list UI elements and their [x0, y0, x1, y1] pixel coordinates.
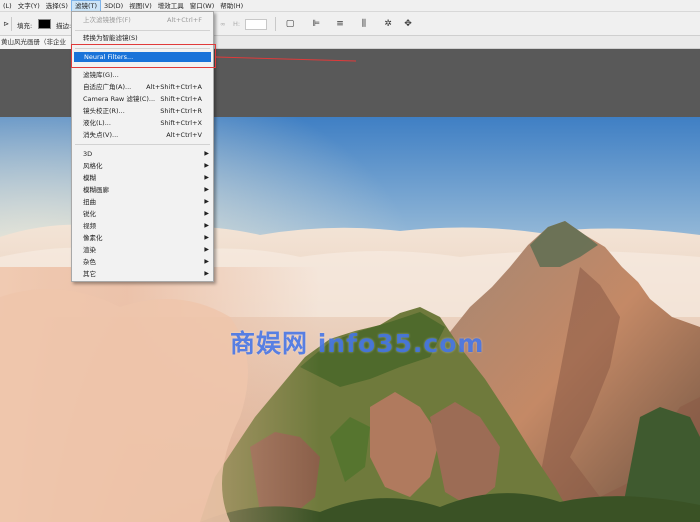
photoshop-window: (L) 文字(Y) 选择(S) 滤镜(T) 3D(D) 视图(V) 增效工具 窗… — [0, 0, 700, 522]
menu-item-label: 其它 — [83, 270, 96, 278]
menu-help[interactable]: 帮助(H) — [217, 0, 246, 12]
menu-item-label: 3D — [83, 150, 93, 158]
submenu-arrow-icon: ▶ — [204, 198, 209, 205]
menu-type[interactable]: 文字(Y) — [15, 0, 43, 12]
menu-item-shortcut: Shift+Ctrl+X — [160, 119, 202, 127]
submenu-arrow-icon: ▶ — [204, 270, 209, 277]
path-arrangement-icon[interactable]: ≡ — [334, 18, 346, 30]
height-label: H: — [233, 20, 241, 28]
menu-item-lens-correction[interactable]: 镜头校正(R)... Shift+Ctrl+R — [73, 105, 212, 117]
menu-item-distort[interactable]: 扭曲 ▶ — [73, 196, 212, 208]
menu-item-filter-gallery[interactable]: 滤镜库(G)... — [73, 69, 212, 81]
menu-item-label: 锐化 — [83, 210, 96, 218]
menu-select[interactable]: 选择(S) — [43, 0, 71, 12]
link-icon[interactable]: ∞ — [220, 20, 225, 28]
menu-item-label: 自适应广角(A)... — [83, 83, 132, 91]
menu-item-shortcut: Alt+Ctrl+F — [167, 16, 202, 24]
menu-item-shortcut: Shift+Ctrl+R — [160, 107, 202, 115]
menu-layer[interactable]: (L) — [0, 0, 15, 12]
menu-item-camera-raw[interactable]: Camera Raw 滤镜(C)... Shift+Ctrl+A — [73, 93, 212, 105]
menu-item-label: 转换为智能滤镜(S) — [83, 34, 138, 42]
submenu-arrow-icon: ▶ — [204, 210, 209, 217]
distribute-icon[interactable]: ⫼ — [358, 18, 370, 30]
menu-window[interactable]: 窗口(W) — [187, 0, 218, 12]
menu-item-label: 镜头校正(R)... — [83, 107, 125, 115]
menu-item-label: 液化(L)... — [83, 119, 111, 127]
menu-item-shortcut: Alt+Ctrl+V — [166, 131, 202, 139]
submenu-arrow-icon: ▶ — [204, 150, 209, 157]
submenu-arrow-icon: ▶ — [204, 174, 209, 181]
menu-item-label: 滤镜库(G)... — [83, 71, 119, 79]
menu-item-convert-smart-filter[interactable]: 转换为智能滤镜(S) — [73, 32, 212, 44]
menu-plugins[interactable]: 增效工具 — [155, 0, 187, 12]
watermark-text: 商娱网 info35.com — [230, 329, 485, 358]
menu-item-vanishing-point[interactable]: 消失点(V)... Alt+Ctrl+V — [73, 129, 212, 141]
menu-item-label: 模糊画廊 — [83, 186, 109, 194]
menu-item-pixelate[interactable]: 像素化 ▶ — [73, 232, 212, 244]
menu-item-label: 杂色 — [83, 258, 96, 266]
menu-item-noise[interactable]: 杂色 ▶ — [73, 256, 212, 268]
fill-color-swatch[interactable] — [38, 19, 51, 29]
menu-item-blur-gallery[interactable]: 模糊画廊 ▶ — [73, 184, 212, 196]
menu-item-stylize[interactable]: 风格化 ▶ — [73, 160, 212, 172]
menu-item-other[interactable]: 其它 ▶ — [73, 268, 212, 280]
height-input[interactable] — [245, 19, 267, 30]
menu-3d[interactable]: 3D(D) — [101, 0, 126, 12]
menu-separator — [75, 30, 210, 31]
options-separator — [11, 17, 12, 31]
menu-separator — [75, 144, 210, 145]
menu-item-label: 渲染 — [83, 246, 96, 254]
menu-item-render[interactable]: 渲染 ▶ — [73, 244, 212, 256]
gear-icon[interactable]: ✲ — [382, 18, 394, 30]
menu-item-label: 上次滤镜操作(F) — [83, 16, 131, 24]
menu-item-video[interactable]: 视频 ▶ — [73, 220, 212, 232]
menu-item-3d[interactable]: 3D ▶ — [73, 148, 212, 160]
stroke-label: 描边: — [56, 22, 72, 30]
menu-item-label: 模糊 — [83, 174, 96, 182]
submenu-arrow-icon: ▶ — [204, 162, 209, 169]
menu-view[interactable]: 视图(V) — [126, 0, 155, 12]
path-operations-icon[interactable]: ▢ — [284, 18, 296, 30]
menu-item-blur[interactable]: 模糊 ▶ — [73, 172, 212, 184]
menu-item-last-filter: 上次滤镜操作(F) Alt+Ctrl+F — [73, 14, 212, 26]
align-edges-icon[interactable]: ✥ — [402, 18, 414, 30]
annotation-pointer-line — [216, 56, 356, 62]
menu-item-label: 风格化 — [83, 162, 103, 170]
options-separator — [275, 17, 276, 31]
submenu-arrow-icon: ▶ — [204, 234, 209, 241]
menu-item-sharpen[interactable]: 锐化 ▶ — [73, 208, 212, 220]
submenu-arrow-icon: ▶ — [204, 246, 209, 253]
menu-item-label: Camera Raw 滤镜(C)... — [83, 95, 156, 103]
path-alignment-icon[interactable]: ⊫ — [310, 18, 322, 30]
menu-item-adaptive-wide-angle[interactable]: 自适应广角(A)... Alt+Shift+Ctrl+A — [73, 81, 212, 93]
menu-item-shortcut: Alt+Shift+Ctrl+A — [146, 83, 202, 91]
menu-item-label: 扭曲 — [83, 198, 96, 206]
menu-item-shortcut: Shift+Ctrl+A — [160, 95, 202, 103]
menu-item-label: 像素化 — [83, 234, 103, 242]
fill-label: 填充: — [17, 22, 33, 30]
submenu-arrow-icon: ▶ — [204, 186, 209, 193]
submenu-arrow-icon: ▶ — [204, 222, 209, 229]
menu-item-liquify[interactable]: 液化(L)... Shift+Ctrl+X — [73, 117, 212, 129]
menu-item-label: 视频 — [83, 222, 96, 230]
menu-item-label: 消失点(V)... — [83, 131, 119, 139]
submenu-arrow-icon: ▶ — [204, 258, 209, 265]
document-tab[interactable]: 黄山风光画册（非企业 — [0, 36, 72, 49]
annotation-highlight-box — [71, 44, 216, 68]
menu-filter[interactable]: 滤镜(T) — [70, 0, 101, 12]
